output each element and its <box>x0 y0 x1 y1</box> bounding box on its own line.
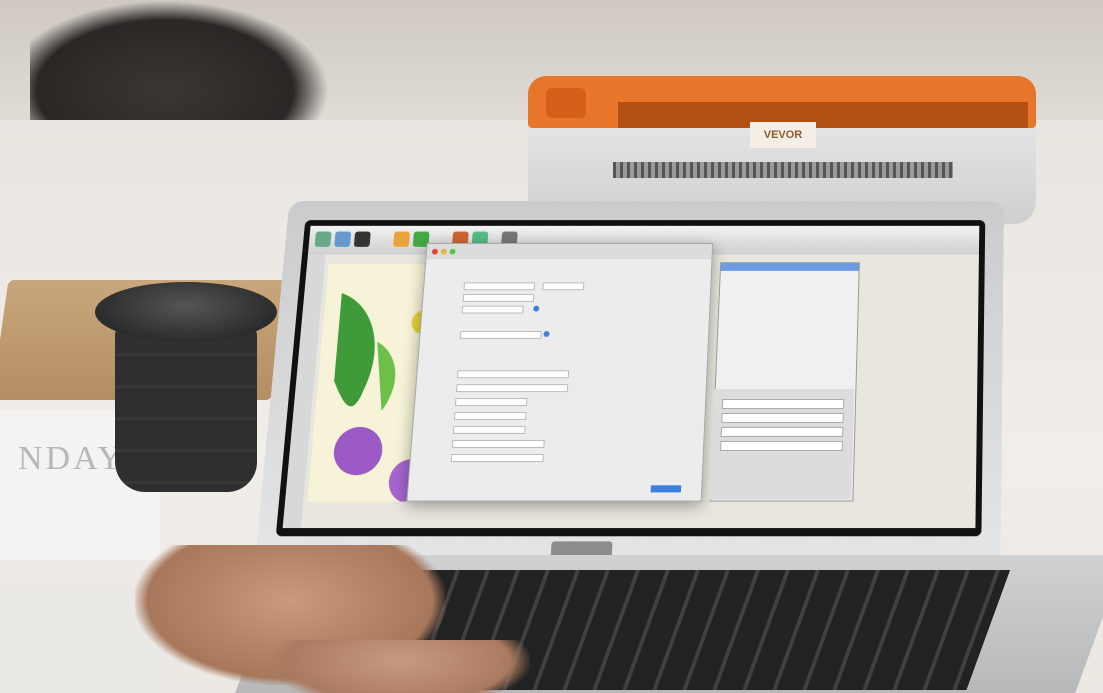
laptop-bezel <box>275 220 986 537</box>
field-7[interactable] <box>455 384 569 393</box>
toggle-dot-2[interactable] <box>543 331 550 337</box>
cutter-slot <box>618 102 1028 128</box>
layers-panel <box>709 389 855 500</box>
leaf-shape-2 <box>371 341 399 411</box>
field-10[interactable] <box>452 425 526 434</box>
field-12[interactable] <box>450 454 544 463</box>
toolbar-new-icon <box>314 231 332 247</box>
field-8[interactable] <box>454 398 528 406</box>
field-9[interactable] <box>453 411 527 420</box>
flower-purple-1 <box>331 426 385 476</box>
field-2[interactable] <box>542 282 585 291</box>
cutter-power-button <box>546 88 586 118</box>
layer-row[interactable] <box>721 399 845 409</box>
dialog-title-bar <box>426 243 713 260</box>
layer-row[interactable] <box>721 412 844 423</box>
cup-body <box>115 327 257 492</box>
toolbar-open-icon <box>334 231 352 247</box>
layer-row[interactable] <box>720 440 843 451</box>
ok-button[interactable] <box>650 485 682 493</box>
cutter-brand-label: VEVOR <box>750 122 816 148</box>
leaf-shape <box>331 293 380 407</box>
field-11[interactable] <box>451 439 545 448</box>
field-3[interactable] <box>462 294 535 302</box>
laptop-screen <box>282 225 980 529</box>
field-5[interactable] <box>459 331 542 339</box>
cut-settings-dialog <box>406 243 805 502</box>
collapsible-cup <box>95 282 277 492</box>
field-6[interactable] <box>456 370 570 379</box>
properties-panel-header <box>720 263 859 271</box>
cup-lid <box>95 282 277 342</box>
field-4[interactable] <box>461 305 524 314</box>
right-hand <box>270 640 530 693</box>
photo-scene: NDAY VEVOR <box>0 0 1103 693</box>
toggle-dot[interactable] <box>533 305 540 312</box>
layer-row[interactable] <box>720 426 844 437</box>
field-1[interactable] <box>463 282 536 291</box>
toolbar-import-icon <box>393 231 411 247</box>
cutter-roller-rail <box>613 162 953 178</box>
toolbar-save-icon <box>353 231 371 247</box>
